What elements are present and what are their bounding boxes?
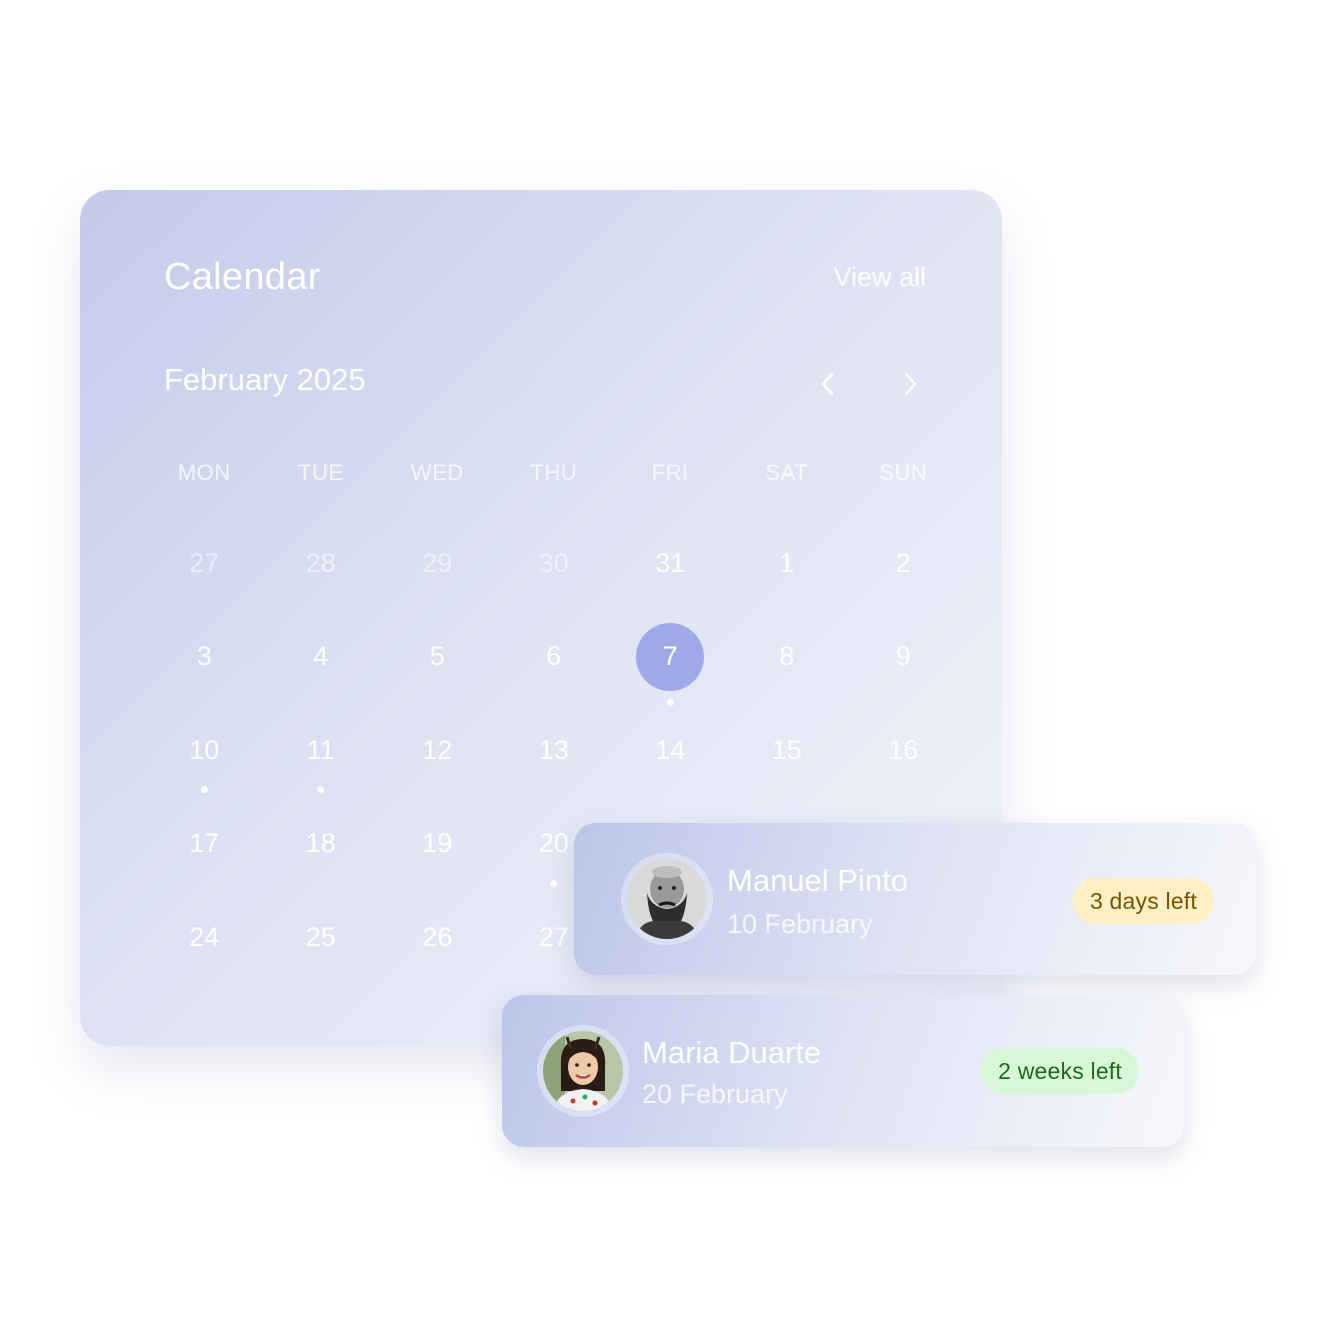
day-number: 17 xyxy=(189,828,220,859)
event-dot-indicator xyxy=(200,786,208,794)
day-cell[interactable]: 3 xyxy=(146,622,263,692)
day-cell[interactable]: 18 xyxy=(263,809,380,879)
event-date: 10 February xyxy=(727,909,873,939)
day-number: 25 xyxy=(305,921,336,952)
view-all-link[interactable]: View all xyxy=(833,262,926,293)
day-cell[interactable]: 31 xyxy=(612,528,729,598)
day-cell[interactable]: 11 xyxy=(263,715,380,794)
day-number: 20 xyxy=(538,828,569,859)
day-number: 13 xyxy=(538,734,569,765)
day-cell[interactable]: 15 xyxy=(729,715,846,785)
day-number: 19 xyxy=(422,828,453,859)
event-card[interactable]: Maria Duarte 20 February 2 weeks left xyxy=(502,995,1184,1147)
event-date: 20 February xyxy=(642,1079,788,1109)
event-name: Maria Duarte xyxy=(642,1035,822,1070)
avatar-ring xyxy=(538,1026,628,1116)
day-cell[interactable]: 2 xyxy=(845,528,962,598)
day-number: 30 xyxy=(538,547,569,578)
weekday-header: MON TUE WED THU FRI SAT SUN xyxy=(146,460,962,486)
day-cell[interactable]: 7 xyxy=(612,622,729,706)
day-cell[interactable]: 25 xyxy=(263,902,380,972)
day-number: 4 xyxy=(313,641,329,672)
day-number: 18 xyxy=(305,828,336,859)
day-cell[interactable]: 5 xyxy=(379,622,496,692)
calendar-title: Calendar xyxy=(164,256,321,298)
day-number: 28 xyxy=(305,547,336,578)
day-cell[interactable]: 19 xyxy=(379,809,496,879)
weekday-sat: SAT xyxy=(765,460,809,485)
day-number: 11 xyxy=(306,734,335,765)
avatar-photo-woman-icon xyxy=(543,1031,623,1111)
day-cell[interactable]: 17 xyxy=(146,809,263,879)
day-number: 5 xyxy=(429,641,445,672)
day-number: 6 xyxy=(546,641,562,672)
day-number: 24 xyxy=(189,921,220,952)
event-dot-indicator xyxy=(317,786,325,794)
event-dot-indicator xyxy=(550,879,558,887)
day-cell[interactable]: 1 xyxy=(729,528,846,598)
day-cell[interactable]: 6 xyxy=(496,622,613,692)
avatar-photo-man-icon xyxy=(627,859,707,939)
day-number: 27 xyxy=(189,547,220,578)
avatar xyxy=(627,859,707,939)
day-cell[interactable]: 16 xyxy=(845,715,962,785)
day-number: 26 xyxy=(422,921,453,952)
day-number: 29 xyxy=(422,547,453,578)
status-badge: 2 weeks left xyxy=(981,1048,1139,1094)
chevron-right-icon xyxy=(904,372,917,396)
day-cell[interactable]: 10 xyxy=(146,715,263,794)
day-number: 2 xyxy=(895,547,911,578)
weekday-thu: THU xyxy=(530,460,578,485)
day-number: 27 xyxy=(538,921,569,952)
avatar-ring xyxy=(622,854,712,944)
day-number: 16 xyxy=(888,734,919,765)
day-cell[interactable]: 9 xyxy=(845,622,962,692)
day-number: 9 xyxy=(895,641,911,672)
day-cell[interactable]: 13 xyxy=(496,715,613,785)
event-name: Manuel Pinto xyxy=(727,863,908,898)
status-badge: 3 days left xyxy=(1072,878,1214,924)
day-cell[interactable]: 12 xyxy=(379,715,496,785)
avatar xyxy=(543,1031,623,1111)
weekday-sun: SUN xyxy=(879,460,928,485)
weekday-mon: MON xyxy=(177,460,231,485)
day-cell[interactable]: 28 xyxy=(263,528,380,598)
day-cell[interactable]: 14 xyxy=(612,715,729,785)
day-number: 8 xyxy=(779,641,795,672)
weekday-wed: WED xyxy=(410,460,464,485)
day-number: 31 xyxy=(655,547,686,578)
day-number: 7 xyxy=(636,622,705,691)
day-number: 12 xyxy=(422,734,453,765)
day-cell[interactable]: 26 xyxy=(379,902,496,972)
prev-month-button[interactable] xyxy=(808,364,848,404)
day-cell[interactable]: 4 xyxy=(263,622,380,692)
day-cell[interactable]: 8 xyxy=(729,622,846,692)
month-label: February 2025 xyxy=(164,362,366,397)
event-dot-indicator xyxy=(666,698,674,706)
event-card[interactable]: Manuel Pinto 10 February 3 days left xyxy=(574,823,1256,975)
day-cell[interactable]: 24 xyxy=(146,902,263,972)
day-number: 10 xyxy=(189,734,220,765)
weekday-fri: FRI xyxy=(651,460,689,485)
day-cell[interactable]: 30 xyxy=(496,528,613,598)
day-number: 3 xyxy=(196,641,212,672)
day-cell[interactable]: 29 xyxy=(379,528,496,598)
day-number: 15 xyxy=(771,734,802,765)
day-number: 1 xyxy=(779,547,795,578)
stage: Calendar View all February 2025 MON TUE … xyxy=(0,0,1338,1338)
chevron-left-icon xyxy=(821,372,834,396)
day-number: 14 xyxy=(655,734,686,765)
next-month-button[interactable] xyxy=(890,364,930,404)
day-cell[interactable]: 27 xyxy=(146,528,263,598)
weekday-tue: TUE xyxy=(298,460,344,485)
